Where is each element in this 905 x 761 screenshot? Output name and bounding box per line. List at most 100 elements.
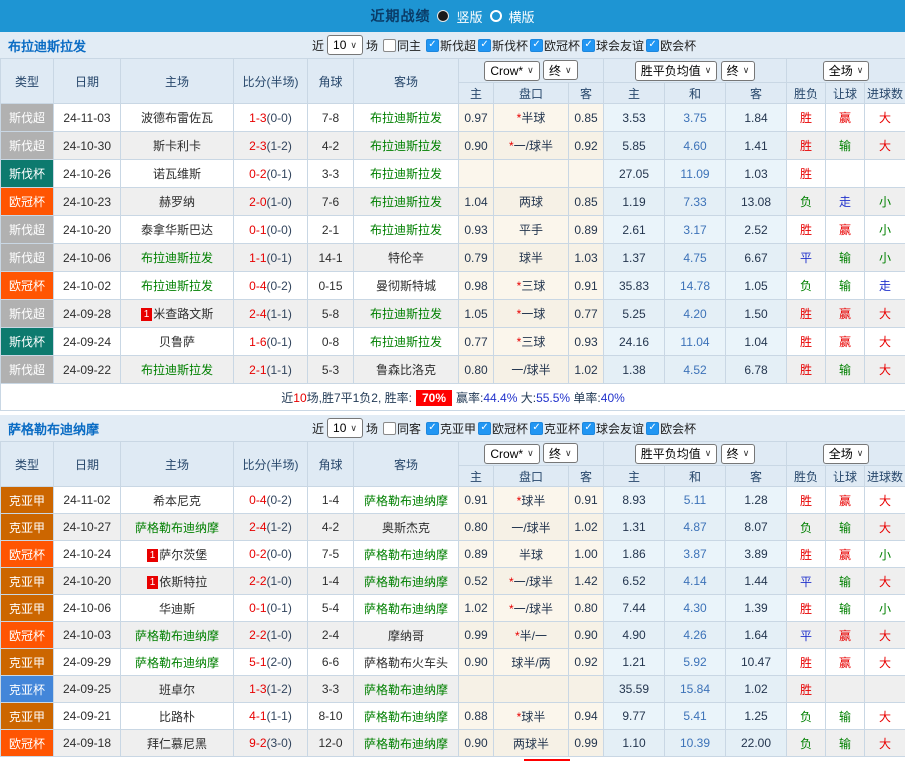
league-badge: 欧冠杯	[1, 730, 54, 757]
same-venue-filter[interactable]: 同客	[383, 420, 421, 437]
near-label: 近	[312, 37, 324, 54]
match-date: 24-10-03	[54, 622, 121, 649]
ah-home-odds	[459, 676, 494, 703]
team-name[interactable]: 布拉迪斯拉发	[0, 36, 312, 55]
home-team[interactable]: 斯卡利卡	[121, 132, 234, 160]
radio-vertical-label[interactable]: 竖版	[456, 7, 482, 26]
match-date: 24-10-20	[54, 216, 121, 244]
eu-draw-odds: 4.75	[665, 244, 726, 272]
away-team[interactable]: 萨格勒布迪纳摩	[354, 595, 459, 622]
home-team[interactable]: 萨格勒布迪纳摩	[121, 514, 234, 541]
away-team[interactable]: 布拉迪斯拉发	[354, 188, 459, 216]
match-score: 0-4(0-2)	[234, 272, 308, 300]
league-filter-欧冠杯[interactable]: ✓欧冠杯	[530, 37, 580, 54]
ah-home-odds: 0.79	[459, 244, 494, 272]
home-team[interactable]: 拜仁慕尼黑	[121, 730, 234, 757]
radio-vertical-layout[interactable]	[437, 10, 449, 22]
odds-company-select[interactable]: Crow*∨	[484, 444, 539, 464]
away-team[interactable]: 布拉迪斯拉发	[354, 132, 459, 160]
league-filter-克亚甲[interactable]: ✓克亚甲	[426, 420, 476, 437]
ah-home-odds: 0.77	[459, 328, 494, 356]
league-filter-斯伐超[interactable]: ✓斯伐超	[426, 37, 476, 54]
match-date: 24-11-03	[54, 104, 121, 132]
result-goals: 小	[865, 188, 905, 216]
col-away: 客场	[354, 59, 459, 104]
away-team[interactable]: 特伦辛	[354, 244, 459, 272]
eu-away-odds: 1.25	[726, 703, 787, 730]
league-filter-欧会杯[interactable]: ✓欧会杯	[646, 37, 696, 54]
scope-select[interactable]: 全场∨	[823, 444, 870, 464]
europe-source-select[interactable]: 胜平负均值∨	[635, 444, 718, 464]
match-row: 斯伐超24-11-03波德布雷佐瓦1-3(0-0)7-8布拉迪斯拉发0.97*半…	[1, 104, 905, 132]
home-team[interactable]: 1依斯特拉	[121, 568, 234, 595]
away-team[interactable]: 萨格勒布迪纳摩	[354, 487, 459, 514]
away-team[interactable]: 布拉迪斯拉发	[354, 160, 459, 188]
league-filter-球会友谊[interactable]: ✓球会友谊	[582, 37, 644, 54]
europe-source-select[interactable]: 胜平负均值∨	[635, 61, 718, 81]
away-team[interactable]: 布拉迪斯拉发	[354, 216, 459, 244]
col-corner: 角球	[308, 442, 354, 487]
result-goals: 大	[865, 730, 905, 757]
home-team[interactable]: 泰拿华斯巴达	[121, 216, 234, 244]
europe-stage-select[interactable]: 终∨	[721, 61, 756, 81]
team-name[interactable]: 萨格勒布迪纳摩	[0, 419, 312, 438]
away-team[interactable]: 布拉迪斯拉发	[354, 328, 459, 356]
away-team[interactable]: 萨格勒布迪纳摩	[354, 541, 459, 568]
home-team[interactable]: 比路朴	[121, 703, 234, 730]
corner-score: 7-8	[308, 104, 354, 132]
eu-home-odds: 35.59	[604, 676, 665, 703]
red-card-badge: 1	[147, 549, 159, 562]
corner-score: 8-10	[308, 703, 354, 730]
away-team[interactable]: 萨格勒布迪纳摩	[354, 568, 459, 595]
recent-count-select[interactable]: 10∨	[327, 35, 363, 55]
league-filter-欧冠杯[interactable]: ✓欧冠杯	[478, 420, 528, 437]
odds-stage-select[interactable]: 终∨	[543, 443, 578, 463]
home-team[interactable]: 波德布雷佐瓦	[121, 104, 234, 132]
home-team[interactable]: 赫罗纳	[121, 188, 234, 216]
result-goals: 大	[865, 703, 905, 730]
home-team[interactable]: 诺瓦维斯	[121, 160, 234, 188]
home-team[interactable]: 萨格勒布迪纳摩	[121, 649, 234, 676]
recent-count-select[interactable]: 10∨	[327, 418, 363, 438]
league-filter-斯伐杯[interactable]: ✓斯伐杯	[478, 37, 528, 54]
away-team[interactable]: 布拉迪斯拉发	[354, 300, 459, 328]
checkbox-icon: ✓	[582, 422, 595, 435]
result-goals	[865, 160, 905, 188]
home-team[interactable]: 贝鲁萨	[121, 328, 234, 356]
league-filter-克亚杯[interactable]: ✓克亚杯	[530, 420, 580, 437]
home-team[interactable]: 华迪斯	[121, 595, 234, 622]
home-team[interactable]: 1米查路文斯	[121, 300, 234, 328]
home-team[interactable]: 萨格勒布迪纳摩	[121, 622, 234, 649]
europe-stage-select[interactable]: 终∨	[721, 444, 756, 464]
home-team[interactable]: 1萨尔茨堡	[121, 541, 234, 568]
away-team[interactable]: 曼彻斯特城	[354, 272, 459, 300]
league-filter-欧会杯[interactable]: ✓欧会杯	[646, 420, 696, 437]
home-team[interactable]: 布拉迪斯拉发	[121, 356, 234, 384]
away-team[interactable]: 奥斯杰克	[354, 514, 459, 541]
radio-horizontal-label[interactable]: 横版	[509, 7, 535, 26]
league-badge: 斯伐超	[1, 216, 54, 244]
same-venue-filter[interactable]: 同主	[383, 37, 421, 54]
away-team[interactable]: 布拉迪斯拉发	[354, 104, 459, 132]
away-team[interactable]: 鲁森比洛克	[354, 356, 459, 384]
away-team[interactable]: 萨格勒布火车头	[354, 649, 459, 676]
league-filter-球会友谊[interactable]: ✓球会友谊	[582, 420, 644, 437]
match-score: 1-3(0-0)	[234, 104, 308, 132]
away-team[interactable]: 摩纳哥	[354, 622, 459, 649]
home-team[interactable]: 班卓尔	[121, 676, 234, 703]
subcol-ah-line: 盘口	[494, 83, 569, 104]
odds-company-select[interactable]: Crow*∨	[484, 61, 539, 81]
eu-draw-odds: 3.75	[665, 104, 726, 132]
away-team[interactable]: 萨格勒布迪纳摩	[354, 676, 459, 703]
home-team[interactable]: 布拉迪斯拉发	[121, 244, 234, 272]
odds-stage-select[interactable]: 终∨	[543, 60, 578, 80]
match-row: 欧冠杯24-10-03萨格勒布迪纳摩2-2(1-0)2-4摩纳哥0.99*半/一…	[1, 622, 905, 649]
radio-horizontal-layout[interactable]	[490, 10, 502, 22]
away-team[interactable]: 萨格勒布迪纳摩	[354, 703, 459, 730]
away-team[interactable]: 萨格勒布迪纳摩	[354, 730, 459, 757]
checkbox-icon	[383, 422, 396, 435]
result-outcome: 负	[787, 188, 826, 216]
home-team[interactable]: 希本尼克	[121, 487, 234, 514]
scope-select[interactable]: 全场∨	[823, 61, 870, 81]
home-team[interactable]: 布拉迪斯拉发	[121, 272, 234, 300]
